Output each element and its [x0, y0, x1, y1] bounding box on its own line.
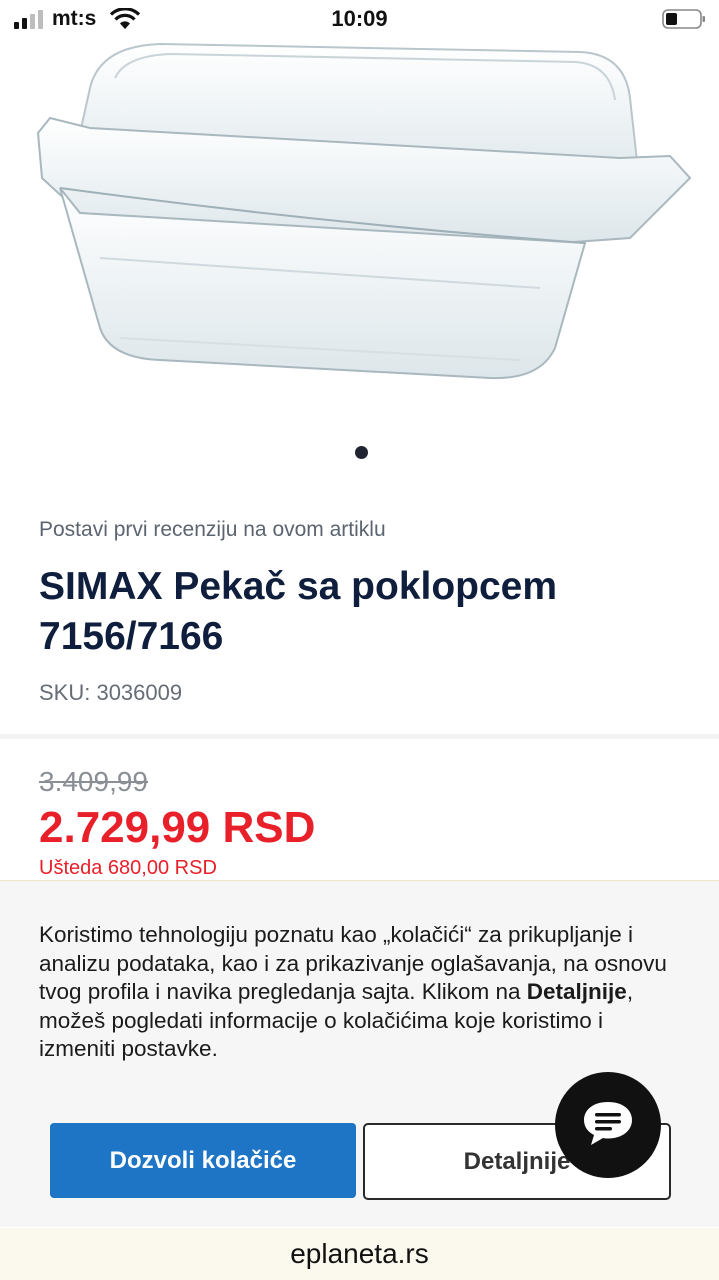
browser-address-bar[interactable]: eplaneta.rs [0, 1228, 719, 1280]
product-title: SIMAX Pekač sa poklopcem 7156/7166 [39, 565, 558, 658]
chat-button[interactable] [555, 1072, 661, 1178]
section-divider [0, 734, 719, 739]
cookie-text-details-ref: Detaljnije [526, 979, 627, 1004]
allow-cookies-button[interactable]: Dozvoli kolačiće [50, 1123, 356, 1198]
status-bar: mt:s 10:09 [0, 0, 719, 40]
cookie-consent-text: Koristimo tehnologiju poznatu kao „kolač… [39, 921, 679, 1064]
carousel-dot-active[interactable] [355, 446, 368, 459]
url-text: eplaneta.rs [290, 1238, 429, 1269]
chat-bubble-icon [584, 1102, 632, 1145]
current-price: 2.729,99 RSD [39, 803, 316, 852]
savings-amount: Ušteda 680,00 RSD [39, 857, 217, 879]
product-image-glass-baking-dish[interactable] [20, 38, 700, 398]
clock: 10:09 [331, 6, 388, 31]
write-review-link[interactable]: Postavi prvi recenziju na ovom artiklu [39, 518, 386, 542]
product-sku: SKU: 3036009 [39, 680, 183, 705]
battery-icon [662, 9, 705, 29]
old-price: 3.409,99 [39, 766, 148, 797]
